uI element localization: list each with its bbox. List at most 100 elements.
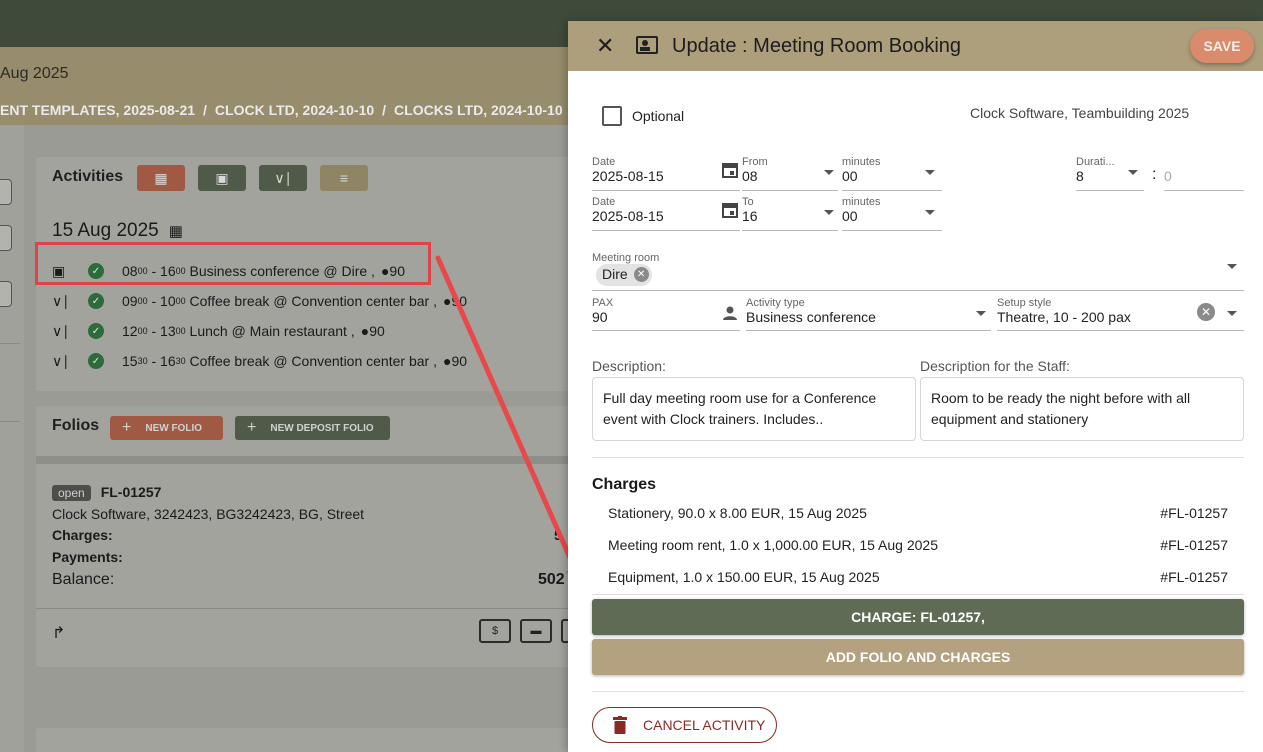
person-icon — [723, 306, 737, 320]
breadcrumb-item[interactable]: ENT TEMPLATES, 2025-08-21 — [0, 102, 195, 118]
activities-day-label: 15 Aug 2025 — [52, 220, 159, 241]
staff-description-label: Description for the Staff: — [920, 358, 1070, 374]
left-rail — [0, 125, 24, 752]
duration-hours-underline — [1076, 190, 1144, 191]
add-calendar-activity-button[interactable]: ▦ — [137, 165, 185, 191]
chevron-down-icon[interactable] — [1227, 311, 1237, 316]
restaurant-icon: ∨∣ — [274, 169, 292, 186]
activity-row[interactable]: ∨∣ ✓ 15 30 - 16 30 Coffee break @ Conventio… — [52, 350, 467, 372]
duration-minutes-input[interactable]: 0 — [1164, 168, 1172, 184]
rail-button[interactable] — [0, 179, 12, 205]
chevron-down-icon[interactable] — [824, 170, 834, 175]
calendar-icon[interactable]: ▦ — [169, 223, 183, 240]
folio-charges-value: 5 — [554, 527, 562, 543]
from-minutes-select[interactable]: 00 — [842, 168, 858, 184]
setup-style-underline — [997, 330, 1244, 331]
meeting-room-icon — [636, 36, 658, 54]
chevron-down-icon[interactable] — [1128, 170, 1138, 175]
to-date-input[interactable]: 2025-08-15 — [592, 208, 664, 224]
activity-pax: 90 — [451, 293, 468, 309]
from-minutes-underline — [842, 190, 942, 191]
chevron-down-icon[interactable] — [1227, 264, 1237, 269]
folio-header[interactable]: open FL-01257 — [52, 484, 161, 501]
setup-style-label: Setup style — [997, 297, 1052, 309]
charge-folio: #FL-01257 — [1160, 569, 1228, 585]
footer-divider — [592, 691, 1244, 692]
person-icon: ● — [442, 293, 452, 309]
card-icon[interactable]: ▬ — [520, 619, 552, 643]
end-minute: 00 — [175, 326, 186, 336]
charge-folio: #FL-01257 — [1160, 505, 1228, 521]
charge-row[interactable]: Meeting room rent, 1.0 x 1,000.00 EUR, 1… — [592, 529, 1244, 561]
folio-balance-value: 502 — [538, 571, 565, 588]
activity-type-select[interactable]: Business conference — [746, 309, 876, 325]
cancel-activity-label: CANCEL ACTIVITY — [643, 717, 766, 733]
rail-button[interactable] — [0, 225, 12, 251]
charge-text: Equipment, 1.0 x 150.00 EUR, 15 Aug 2025 — [608, 569, 880, 585]
breadcrumb-separator: / — [382, 102, 387, 118]
new-deposit-folio-button[interactable]: + NEW DEPOSIT FOLIO — [235, 416, 390, 440]
from-date-input[interactable]: 2025-08-15 — [592, 168, 664, 184]
pax-underline — [592, 330, 740, 331]
to-date-underline — [592, 230, 740, 231]
page-date: Aug 2025 — [0, 65, 69, 82]
save-button[interactable]: SAVE — [1190, 29, 1254, 63]
dialog-title: Update : Meeting Room Booking — [672, 35, 962, 57]
add-meeting-room-button[interactable]: ▣ — [198, 165, 246, 191]
start-hour: 15 — [122, 353, 138, 369]
start-minute: 30 — [137, 356, 148, 366]
pax-label: PAX — [592, 297, 614, 309]
person-icon: ● — [360, 323, 370, 339]
charge-row[interactable]: Stationery, 90.0 x 8.00 EUR, 15 Aug 2025… — [592, 497, 1244, 529]
from-hour-select[interactable]: 08 — [742, 168, 758, 184]
add-restaurant-button[interactable]: ∨∣ — [259, 165, 307, 191]
folio-payments-label: Payments: — [52, 549, 123, 565]
person-icon: ● — [442, 353, 452, 369]
new-folio-button[interactable]: + NEW FOLIO — [110, 416, 223, 440]
chevron-down-icon[interactable] — [976, 311, 986, 316]
restaurant-icon: ∨∣ — [52, 292, 70, 309]
rail-button[interactable] — [0, 281, 12, 307]
activity-row[interactable]: ∨∣ ✓ 09 00 - 10 00 Coffee break @ Conventio… — [52, 290, 467, 312]
charge-row[interactable]: Equipment, 1.0 x 150.00 EUR, 15 Aug 2025… — [592, 561, 1244, 593]
breadcrumb: ENT TEMPLATES, 2025-08-21 / CLOCK LTD, 202… — [0, 102, 601, 118]
pax-input[interactable]: 90 — [592, 309, 608, 325]
optional-label: Optional — [632, 108, 685, 124]
end-hour: 16 — [160, 353, 176, 369]
meeting-room-chip[interactable]: Dire ✕ — [596, 264, 652, 286]
chevron-down-icon[interactable] — [925, 170, 935, 175]
breadcrumb-item[interactable]: CLOCK LTD, 2024-10-10 — [215, 102, 374, 118]
optional-checkbox[interactable] — [602, 106, 622, 126]
close-icon[interactable]: ✕ — [596, 33, 614, 59]
to-minutes-select[interactable]: 00 — [842, 208, 858, 224]
update-meeting-room-dialog: ✕ Update : Meeting Room Booking SAVE Opt… — [568, 21, 1263, 752]
activity-row[interactable]: ∨∣ ✓ 12 00 - 13 00 Lunch @ Main restaurant … — [52, 320, 385, 342]
duration-hours-select[interactable]: 8 — [1076, 168, 1084, 184]
folios-card: Folios + NEW FOLIO + NEW DEPOSIT FOLIO ope… — [36, 406, 596, 667]
charge-folio-button[interactable]: CHARGE: FL-01257, — [592, 599, 1244, 635]
highlight-box — [35, 242, 431, 285]
duration-label: Durati... — [1076, 156, 1115, 168]
chevron-down-icon[interactable] — [824, 210, 834, 215]
cancel-activity-button[interactable]: CANCEL ACTIVITY — [592, 707, 777, 743]
clear-icon[interactable]: ✕ — [1197, 303, 1215, 321]
calendar-icon[interactable] — [721, 161, 739, 179]
restaurant-icon: ∨∣ — [52, 352, 70, 369]
payment-icon[interactable]: $ — [479, 619, 511, 643]
dialog-header: ✕ Update : Meeting Room Booking SAVE — [568, 21, 1263, 71]
meeting-room-label: Meeting room — [592, 252, 660, 264]
chevron-down-icon[interactable] — [925, 210, 935, 215]
add-task-button[interactable]: ≡ — [320, 165, 368, 191]
from-hour-label: From — [742, 156, 768, 168]
breadcrumb-item[interactable]: CLOCKS LTD, 2024-10-10 — [394, 102, 563, 118]
to-hour-select[interactable]: 16 — [742, 208, 758, 224]
setup-style-select[interactable]: Theatre, 10 - 200 pax — [997, 309, 1131, 325]
from-hour-underline — [742, 190, 838, 191]
add-folio-and-charges-button[interactable]: ADD FOLIO AND CHARGES — [592, 639, 1244, 675]
forward-icon[interactable]: ↱ — [52, 623, 65, 643]
to-hour-underline — [742, 230, 838, 231]
chip-remove-icon[interactable]: ✕ — [633, 267, 649, 282]
description-field[interactable]: Full day meeting room use for a Conferen… — [592, 377, 916, 441]
staff-description-field[interactable]: Room to be ready the night before with a… — [920, 377, 1244, 441]
calendar-icon[interactable] — [721, 201, 739, 219]
